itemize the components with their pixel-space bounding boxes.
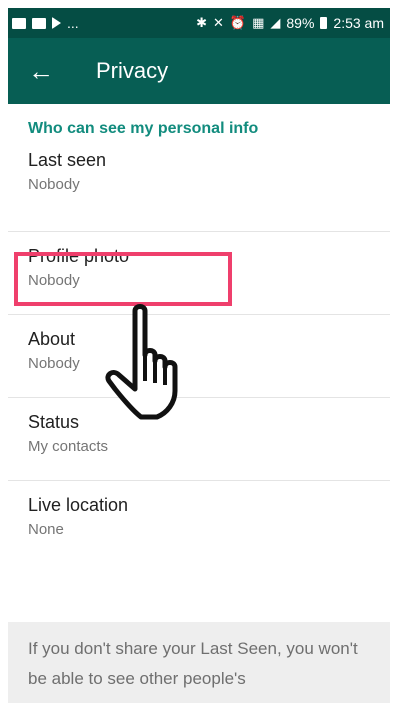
footer-note: If you don't share your Last Seen, you w… [8, 622, 390, 703]
bluetooth-icon: ✱ [196, 15, 207, 30]
item-value: Nobody [28, 176, 80, 193]
privacy-item-profile-photo[interactable]: Profile photo Nobody [8, 232, 390, 315]
status-bar: ... ✱ ✕ ⏰ ▦ ◢ 89% 2:53 am [8, 8, 390, 38]
item-value: Nobody [28, 355, 80, 372]
privacy-item-status[interactable]: Status My contacts [8, 398, 390, 481]
gallery-icon [12, 17, 26, 29]
item-label: Status [28, 412, 80, 432]
status-right: ✱ ✕ ⏰ ▦ ◢ 89% 2:53 am [196, 15, 384, 31]
alarm-icon: ⏰ [229, 15, 247, 30]
privacy-item-last-seen[interactable]: Last seen Nobody [8, 148, 390, 232]
signal-icon: ◢ [270, 15, 281, 30]
item-value: Nobody [28, 272, 80, 289]
item-label: Live location [28, 495, 129, 515]
arrow-back-icon: ← [28, 56, 54, 86]
item-label: Profile photo [28, 246, 130, 266]
privacy-item-live-location[interactable]: Live location None [8, 481, 390, 564]
mute-icon: ✕ [212, 15, 224, 30]
page-title: Privacy [96, 58, 169, 83]
volte-icon: ▦ [252, 15, 265, 30]
section-header: Who can see my personal info [28, 120, 259, 137]
back-button[interactable]: ← [28, 58, 58, 84]
item-label: About [28, 329, 76, 349]
item-label: Last seen [28, 150, 107, 170]
mail-icon [32, 17, 46, 29]
battery-percent: 89% [286, 15, 315, 31]
privacy-item-about[interactable]: About Nobody [8, 315, 390, 398]
battery-icon [320, 17, 328, 29]
phone-screen: ... ✱ ✕ ⏰ ▦ ◢ 89% 2:53 am ← Privacy Who … [8, 8, 390, 703]
app-toolbar: ← Privacy [8, 38, 390, 104]
clock: 2:53 am [333, 15, 384, 31]
item-value: My contacts [28, 438, 109, 455]
item-value: None [28, 521, 64, 538]
status-left: ... [12, 15, 79, 31]
play-icon [52, 17, 61, 29]
more-notifications: ... [67, 15, 79, 31]
